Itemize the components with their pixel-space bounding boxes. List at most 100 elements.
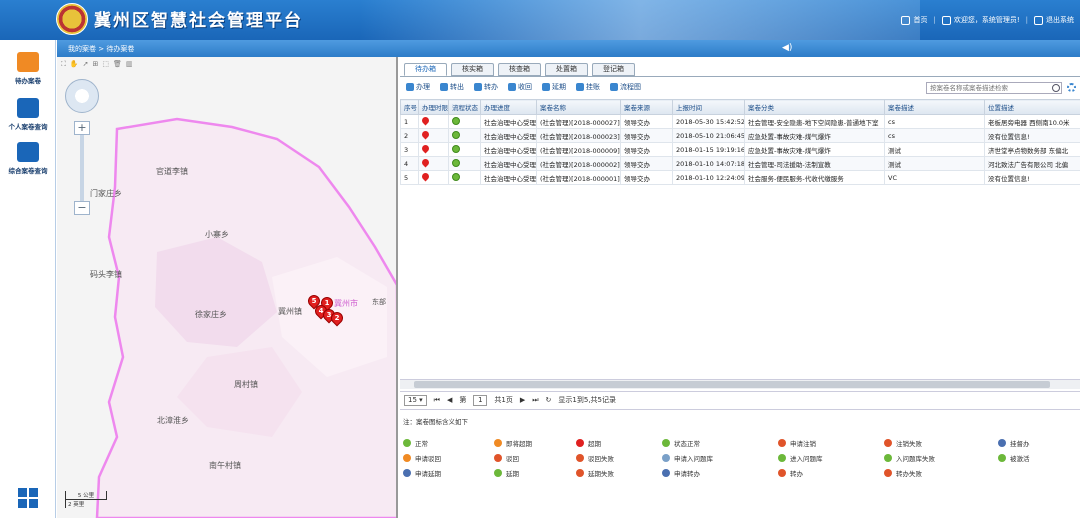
column-header[interactable]: 办理进度 xyxy=(480,99,537,115)
measure-icon[interactable]: ⊞ xyxy=(93,60,99,69)
home-link[interactable]: 首页 xyxy=(901,15,927,25)
legend-status-icon xyxy=(884,469,892,477)
status-ok-icon xyxy=(452,130,460,139)
clock-icon xyxy=(542,83,550,91)
map-place-label: 码头李镇 xyxy=(90,270,122,279)
first-page-icon[interactable]: ⏮ xyxy=(434,396,440,405)
recall-button[interactable]: 收回 xyxy=(508,82,532,92)
column-header[interactable]: 案卷名称 xyxy=(536,99,621,115)
legend-item: 转办失败 xyxy=(884,468,922,478)
table-header-row: 序号 办理时限 流程状态 办理进度 案卷名称 案卷来源 上报时间 案卷分类 案卷… xyxy=(400,99,1080,115)
tab-verify[interactable]: 核实箱 xyxy=(451,63,494,76)
sidebar-item-personal-query[interactable]: 个人案卷查询 xyxy=(0,98,56,131)
flowchart-button[interactable]: 流程图 xyxy=(610,82,641,92)
sidebar-item-label: 待办案卷 xyxy=(15,77,41,85)
reassign-button[interactable]: 转办 xyxy=(474,82,498,92)
table-row[interactable]: 5 社会治理中心受理 (社会管理)[2018-000001] 领导交办 2018… xyxy=(400,170,1080,185)
table-row[interactable]: 3 社会治理中心受理 (社会管理)[2018-000009] 领导交办 2018… xyxy=(400,142,1080,157)
tab-check[interactable]: 核查箱 xyxy=(498,63,541,76)
refresh-icon[interactable]: ↻ xyxy=(546,396,552,404)
zoom-slider[interactable] xyxy=(80,135,84,201)
scrollbar-thumb[interactable] xyxy=(414,381,1050,388)
table-cell xyxy=(448,156,481,171)
select-arrow-icon[interactable]: ➚ xyxy=(83,60,89,69)
table-row[interactable]: 1 社会治理中心受理 (社会管理)[2018-000027] 领导交办 2018… xyxy=(400,114,1080,129)
todo-clock-icon xyxy=(17,52,39,72)
legend-item: 超期 xyxy=(576,438,601,448)
tab-register[interactable]: 登记箱 xyxy=(592,63,635,76)
edit-icon xyxy=(406,83,414,91)
column-header[interactable]: 办理时限 xyxy=(418,99,449,115)
table-cell xyxy=(418,170,449,185)
next-page-icon[interactable]: ▶ xyxy=(520,396,525,404)
extend-button[interactable]: 延期 xyxy=(542,82,566,92)
status-ok-icon xyxy=(452,172,460,181)
legend-label: 入问题库失败 xyxy=(896,455,935,463)
fullscreen-icon[interactable]: ⛶ xyxy=(61,60,66,69)
map-view[interactable]: ⛶ ✋ ➚ ⊞ ⬚ 🗑 ▥ + − 官道李镇 门家庄乡 小寨乡 码头李镇 徐家庄… xyxy=(57,57,398,518)
pan-control[interactable] xyxy=(65,79,99,113)
layers-icon[interactable]: ▥ xyxy=(126,60,133,69)
speaker-icon[interactable]: ◀) xyxy=(782,43,792,53)
zoom-box-icon[interactable]: ⬚ xyxy=(102,60,109,69)
table-cell: 老板居旁电器 西侧南10.0米 xyxy=(984,114,1080,129)
zoom-out-button[interactable]: − xyxy=(74,201,90,215)
legend-item: 申请驳回 xyxy=(403,453,441,463)
sidebar-item-general-query[interactable]: 综合案卷查询 xyxy=(0,142,56,175)
map-place-label: 冀州市 xyxy=(334,299,358,308)
sidebar-item-todo[interactable]: 待办案卷 xyxy=(0,52,56,85)
search-icon[interactable] xyxy=(1052,84,1060,92)
tab-dispose[interactable]: 处置箱 xyxy=(545,63,588,76)
table-row[interactable]: 2 社会治理中心受理 (社会管理)[2018-000023] 领导交办 2018… xyxy=(400,128,1080,143)
search-input[interactable] xyxy=(926,82,1062,94)
reassign-icon xyxy=(474,83,482,91)
column-header[interactable]: 流程状态 xyxy=(448,99,481,115)
legend-status-icon xyxy=(662,469,670,477)
column-header[interactable]: 案卷来源 xyxy=(620,99,673,115)
page-label: 第 xyxy=(459,396,467,404)
horizontal-scrollbar[interactable] xyxy=(400,379,1080,389)
last-page-icon[interactable]: ⏭ xyxy=(532,396,538,405)
pan-hand-icon[interactable]: ✋ xyxy=(70,60,79,69)
legend-label: 转办 xyxy=(790,470,803,478)
user-welcome[interactable]: 欢迎您，系统管理员! xyxy=(941,15,1020,25)
divider: | xyxy=(933,16,936,24)
tab-bar: 待办箱 核实箱 核查箱 处置箱 登记箱 xyxy=(404,63,635,76)
delete-icon[interactable]: 🗑 xyxy=(113,60,122,69)
tab-todo[interactable]: 待办箱 xyxy=(404,63,447,76)
region-map xyxy=(95,117,396,518)
skyline-banner xyxy=(360,0,920,40)
record-summary: 显示1到5,共5记录 xyxy=(558,396,617,404)
transfer-out-button[interactable]: 转出 xyxy=(440,82,464,92)
page-number-input[interactable]: 1 xyxy=(473,394,488,406)
header-nav: 首页 | 欢迎您，系统管理员! | 退出系统 xyxy=(901,15,1074,25)
emblem-logo xyxy=(56,3,88,35)
map-place-label: 东部 xyxy=(372,298,386,306)
table-cell: 领导交办 xyxy=(620,170,673,185)
column-header[interactable]: 案卷分类 xyxy=(744,99,885,115)
zoom-in-button[interactable]: + xyxy=(74,121,90,135)
legend-label: 延期失败 xyxy=(588,470,614,478)
column-header[interactable]: 上报时间 xyxy=(672,99,745,115)
gear-icon[interactable] xyxy=(1067,83,1076,92)
column-header[interactable]: 位置描述 xyxy=(984,99,1080,115)
table-row[interactable]: 4 社会治理中心受理 (社会管理)[2018-000002] 领导交办 2018… xyxy=(400,156,1080,171)
suspend-button[interactable]: 挂账 xyxy=(576,82,600,92)
handle-button[interactable]: 办理 xyxy=(406,82,430,92)
grid-menu-icon[interactable] xyxy=(18,488,38,508)
table-cell xyxy=(418,128,449,143)
divider: | xyxy=(1025,16,1028,24)
column-header[interactable]: 序号 xyxy=(400,99,419,115)
zoom-control: + − xyxy=(74,121,90,215)
legend-label: 延期 xyxy=(506,470,519,478)
page-size-select[interactable]: 15 ▾ xyxy=(404,394,427,406)
prev-page-icon[interactable]: ◀ xyxy=(447,396,452,404)
table-cell: 领导交办 xyxy=(620,156,673,171)
table-cell: 社会管理-安全隐患-地下空间隐患-普通地下室 xyxy=(744,114,885,129)
map-place-label: 小寨乡 xyxy=(205,230,229,239)
logout-link[interactable]: 退出系统 xyxy=(1034,15,1074,25)
status-ok-icon xyxy=(452,116,460,125)
table-cell: 没有位置信息! xyxy=(984,170,1080,185)
column-header[interactable]: 案卷描述 xyxy=(884,99,985,115)
table-cell xyxy=(448,170,481,185)
